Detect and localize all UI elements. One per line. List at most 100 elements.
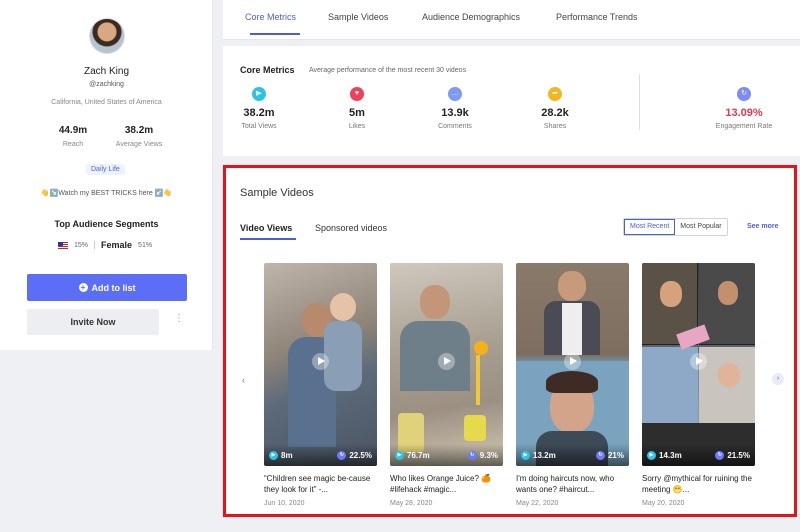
segment-gender: Female: [101, 240, 133, 250]
profile-handle: @zachking: [89, 81, 124, 88]
video-views-value: 14.3m: [659, 450, 682, 460]
refresh-icon: ↻: [737, 87, 751, 101]
play-button-icon[interactable]: [312, 353, 329, 370]
sort-most-popular-button[interactable]: Most Popular: [675, 219, 727, 235]
profile-card: Zach King @zachking California, United S…: [0, 0, 213, 350]
profile-name: Zach King: [83, 66, 130, 77]
tab-video-views[interactable]: Video Views: [240, 223, 292, 233]
sort-most-recent-button[interactable]: Most Recent: [624, 219, 676, 235]
video-date: Jun 10, 2020: [264, 500, 305, 507]
video-date: May 22, 2020: [516, 500, 559, 507]
video-caption[interactable]: Sorry @mythical for ruining the meeting …: [642, 473, 755, 495]
video-engagement: ↻ 21.5%: [715, 450, 750, 460]
video-views-value: 76.7m: [407, 450, 430, 460]
metric-label: Comments: [438, 123, 472, 130]
video-thumbnail[interactable]: ▶ 8m ↻ 22.5%: [264, 263, 377, 466]
sample-videos-title: Sample Videos: [240, 187, 314, 199]
segment-country-pct: 15%: [74, 241, 89, 249]
metric-value: 13.9k: [441, 107, 469, 119]
video-views-value: 8m: [281, 450, 293, 460]
play-button-icon[interactable]: [564, 353, 581, 370]
active-subtab-indicator: [240, 238, 296, 240]
profile-location: California, United States of America: [51, 99, 162, 106]
metric-comments: … 13.9k Comments: [425, 87, 485, 130]
video-card[interactable]: ▶ 8m ↻ 22.5% “Children see magic be-cause …: [264, 263, 377, 507]
video-views: ▶ 13.2m: [521, 450, 556, 460]
video-engagement: ↻ 22.5%: [337, 450, 372, 460]
metric-value: 5m: [349, 107, 365, 119]
video-caption[interactable]: I'm doing haircuts now, who wants one? #…: [516, 473, 629, 495]
play-button-icon[interactable]: [690, 353, 707, 370]
invite-now-button[interactable]: Invite Now: [27, 309, 159, 335]
video-engagement: ↻ 21%: [595, 450, 624, 460]
add-to-list-label: Add to list: [91, 282, 136, 293]
sample-videos-panel: Sample Videos Video Views Sponsored vide…: [223, 165, 797, 517]
video-engagement: ↻ 9.3%: [467, 450, 498, 460]
profile-bio: 👋↘️Watch my BEST TRICKS here ↙️👋: [40, 190, 173, 197]
video-caption[interactable]: Who likes Orange Juice? 🍊 #lifehack #mag…: [390, 473, 503, 495]
more-options-icon[interactable]: ⋮: [174, 314, 184, 324]
video-date: May 20, 2020: [642, 500, 685, 507]
segment-gender-pct: 51%: [138, 241, 153, 249]
metric-value: 28.2k: [541, 107, 569, 119]
core-metrics-subtitle: Average performance of the most recent 3…: [309, 67, 467, 74]
heart-icon: ♥: [350, 87, 364, 101]
chevron-right-icon[interactable]: ›: [772, 373, 784, 385]
refresh-icon: ↻: [595, 450, 605, 460]
video-engagement-value: 22.5%: [349, 450, 372, 460]
video-views: ▶ 14.3m: [647, 450, 682, 460]
play-icon: ▶: [252, 87, 266, 101]
video-stats: ▶ 76.7m ↻ 9.3%: [390, 444, 503, 466]
add-to-list-button[interactable]: + Add to list: [27, 274, 187, 301]
video-thumbnail[interactable]: ▶ 13.2m ↻ 21%: [516, 263, 629, 466]
refresh-icon: ↻: [715, 450, 725, 460]
tab-performance-trends[interactable]: Performance Trends: [556, 12, 638, 22]
category-tag[interactable]: Daily Life: [86, 164, 125, 175]
core-metrics-panel: Core Metrics Average performance of the …: [223, 46, 800, 156]
video-stats: ▶ 13.2m ↻ 21%: [516, 444, 629, 466]
metric-value: 38.2m: [243, 107, 275, 119]
refresh-icon: ↻: [337, 450, 347, 460]
video-thumbnail[interactable]: ▶ 76.7m ↻ 9.3%: [390, 263, 503, 466]
metric-total-views: ▶ 38.2m Total Views: [229, 87, 289, 130]
video-thumbnail[interactable]: ▶ 14.3m ↻ 21.5%: [642, 263, 755, 466]
metric-engagement-rate: ↻ 13.09% Engagement Rate: [709, 87, 779, 130]
video-views: ▶ 76.7m: [395, 450, 430, 460]
avatar[interactable]: [89, 18, 125, 54]
tab-core-metrics[interactable]: Core Metrics: [245, 12, 296, 22]
reach-label: Reach: [62, 141, 84, 148]
metric-label: Total Views: [241, 123, 277, 130]
video-views-value: 13.2m: [533, 450, 556, 460]
metric-shares: ➦ 28.2k Shares: [525, 87, 585, 130]
active-tab-indicator: [250, 33, 300, 35]
video-engagement-value: 21.5%: [727, 450, 750, 460]
play-icon: ▶: [521, 450, 530, 460]
metrics-divider: [639, 74, 640, 130]
video-card[interactable]: ▶ 13.2m ↻ 21% I'm doing haircuts now, who …: [516, 263, 629, 507]
avg-views-stat: 38.2m Average Views: [104, 125, 174, 148]
reach-value: 44.9m: [58, 125, 88, 136]
segments-row: 15% Female 51%: [58, 240, 152, 250]
play-icon: ▶: [269, 450, 278, 460]
video-stats: ▶ 14.3m ↻ 21.5%: [642, 444, 755, 466]
tab-audience-demographics[interactable]: Audience Demographics: [422, 12, 520, 22]
video-card[interactable]: ▶ 76.7m ↻ 9.3% Who likes Orange Juice? 🍊 #…: [390, 263, 503, 507]
us-flag-icon: [58, 241, 68, 249]
play-button-icon[interactable]: [438, 353, 455, 370]
sort-toggle: Most Recent Most Popular: [623, 218, 728, 236]
comment-icon: …: [448, 87, 462, 101]
core-metrics-title: Core Metrics: [240, 65, 295, 75]
avg-views-value: 38.2m: [124, 125, 154, 136]
chevron-left-icon[interactable]: ‹: [242, 375, 245, 385]
video-stats: ▶ 8m ↻ 22.5%: [264, 444, 377, 466]
segment-divider: [94, 241, 96, 249]
video-caption[interactable]: “Children see magic be-cause they look f…: [264, 473, 377, 495]
video-card[interactable]: ▶ 14.3m ↻ 21.5% Sorry @mythical for ruinin…: [642, 263, 755, 507]
metric-label: Engagement Rate: [715, 123, 773, 130]
play-icon: ▶: [647, 450, 656, 460]
metric-likes: ♥ 5m Likes: [327, 87, 387, 130]
see-more-link[interactable]: See more: [747, 223, 779, 230]
tab-sample-videos[interactable]: Sample Videos: [328, 12, 388, 22]
tab-sponsored-videos[interactable]: Sponsored videos: [315, 223, 387, 233]
video-views: ▶ 8m: [269, 450, 293, 460]
